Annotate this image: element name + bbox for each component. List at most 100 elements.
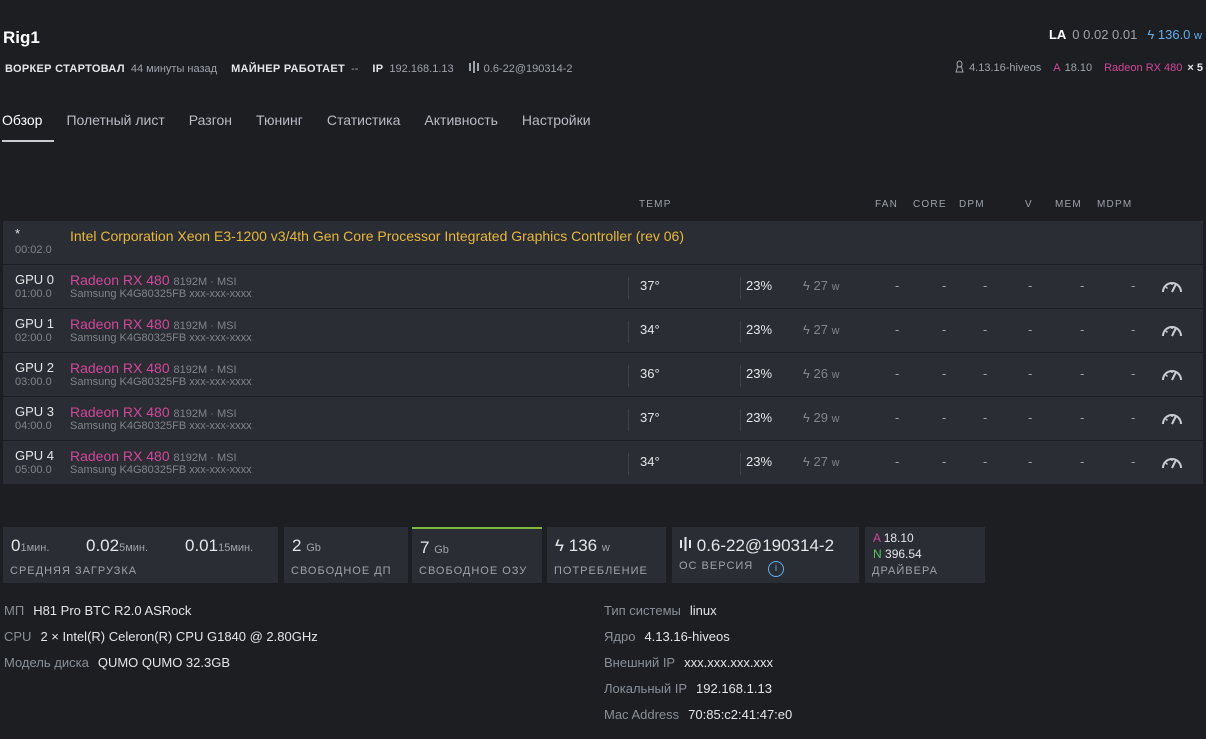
os-version-card: 0.6-22@190314-2 ОС ВЕРСИЯ i xyxy=(672,527,859,583)
info-icon[interactable]: i xyxy=(768,561,784,577)
info-external-ip: Внешний IP xxx.xxx.xxx.xxx xyxy=(604,655,792,681)
overclock-gauge-icon[interactable] xyxy=(1161,410,1183,429)
free-ram: 7 Gb xyxy=(420,538,449,558)
gpu-mem: - xyxy=(1028,454,1033,469)
free-ram-value: 7 xyxy=(420,538,430,557)
info-key: Внешний IP xyxy=(604,655,676,670)
gpu-row[interactable]: GPU 2 03:00.0 Radeon RX 480 8192M · MSI Sam… xyxy=(3,353,1203,397)
info-value: 4.13.16-hiveos xyxy=(644,629,730,644)
tab-overclock[interactable]: Разгон xyxy=(177,108,244,142)
info-value: 2 × Intel(R) Celeron(R) CPU G1840 @ 2.80… xyxy=(40,629,318,644)
gpu-row[interactable]: GPU 3 04:00.0 Radeon RX 480 8192M · MSI Sam… xyxy=(3,397,1203,441)
gpu-mdpm: - xyxy=(1080,366,1085,381)
fan-indicator xyxy=(740,409,741,431)
worker-meta: ВОРКЕР СТАРТОВАЛ 44 минуты назад МАЙНЕР … xyxy=(5,61,586,76)
miner-value: -- xyxy=(351,62,359,75)
gpu-row[interactable]: GPU 4 05:00.0 Radeon RX 480 8192M · MSI Sam… xyxy=(3,441,1203,485)
overclock-gauge-icon[interactable] xyxy=(1161,454,1183,473)
free-ram-unit: Gb xyxy=(434,544,449,556)
tab-statistics[interactable]: Статистика xyxy=(315,108,413,142)
gpu-temp: 37° xyxy=(640,278,660,293)
load-1m: 01мин. xyxy=(11,536,49,556)
system-summary: 4.13.16-hiveos A 18.10 Radeon RX 480 × 5 xyxy=(954,60,1203,76)
gpu-power-value: 27 xyxy=(813,322,828,337)
gpu-fan: 23% xyxy=(746,278,773,293)
gpu-power: ϟ 26 w xyxy=(803,366,839,381)
free-disk-label: СВОБОДНОЕ ДП xyxy=(291,565,392,577)
kernel-value: 4.13.16-hiveos xyxy=(969,62,1042,74)
gpu-power-unit: w xyxy=(831,281,840,293)
gpu-core: - xyxy=(895,366,900,381)
tab-tuning[interactable]: Тюнинг xyxy=(244,108,315,142)
info-value: H81 Pro BTC R2.0 ASRock xyxy=(33,603,192,618)
info-value: 192.168.1.13 xyxy=(696,681,772,696)
gpu-row[interactable]: GPU 0 01:00.0 Radeon RX 480 8192M · MSI Sam… xyxy=(3,265,1203,309)
tab-settings[interactable]: Настройки xyxy=(510,108,603,142)
nvidia-driver-prefix: N xyxy=(873,547,882,561)
gpu-bus: 01:00.0 xyxy=(15,288,52,300)
overclock-gauge-icon[interactable] xyxy=(1161,278,1183,297)
tab-bar: Обзор Полетный лист Разгон Тюнинг Статис… xyxy=(2,108,603,142)
gpu-extra-dash: - xyxy=(1131,410,1136,425)
gpu-power-value: 29 xyxy=(813,410,828,425)
fan-indicator xyxy=(740,321,741,343)
free-disk-value: 2 xyxy=(292,536,302,555)
fan-indicator xyxy=(740,365,741,387)
os-version-label: ОС ВЕРСИЯ xyxy=(679,560,754,572)
overclock-gauge-icon[interactable] xyxy=(1161,322,1183,341)
gpu-power-unit: w xyxy=(831,457,840,469)
load-15m-value: 0.01 xyxy=(185,536,219,555)
rig-title: Rig1 xyxy=(3,28,40,47)
info-key: Локальный IP xyxy=(604,681,688,696)
gpu-mdpm: - xyxy=(1080,454,1085,469)
info-system-type: Тип системы linux xyxy=(604,603,792,629)
gpu-power-unit: w xyxy=(831,325,840,337)
gpu-name: Radeon RX 480 8192M · MSI xyxy=(70,272,237,288)
hive-version-icon xyxy=(468,61,480,76)
gpu-extra: 8192M · MSI xyxy=(173,452,237,464)
os-version-value: 0.6-22@190314-2 xyxy=(696,536,835,555)
gpu-temp: 36° xyxy=(640,366,660,381)
info-key: Модель диска xyxy=(4,655,89,670)
gpu-index: GPU 1 xyxy=(15,316,55,331)
info-value: QUMO QUMO 32.3GB xyxy=(97,655,231,670)
gpu-fan: 23% xyxy=(746,366,773,381)
gpu-v: - xyxy=(983,278,988,293)
hardware-info: МП H81 Pro BTC R2.0 ASRock CPU 2 × Intel(R… xyxy=(4,603,318,681)
version-value: 0.6-22@190314-2 xyxy=(483,62,573,75)
integrated-name: Intel Corporation Xeon E3-1200 v3/4th Ge… xyxy=(70,228,684,244)
gpu-count: × 5 xyxy=(1187,62,1203,74)
free-disk-card: 2 Gb СВОБОДНОЕ ДП xyxy=(284,527,408,583)
gpu-index: GPU 2 xyxy=(15,360,55,375)
gpu-dpm: - xyxy=(942,322,947,337)
gpu-core: - xyxy=(895,322,900,337)
gpu-dpm: - xyxy=(942,454,947,469)
load-5m: 0.025мин. xyxy=(86,536,148,556)
tab-overview[interactable]: Обзор xyxy=(2,108,55,142)
overclock-gauge-icon[interactable] xyxy=(1161,366,1183,385)
gpu-mem: - xyxy=(1028,410,1033,425)
load-15m: 0.0115мин. xyxy=(185,536,253,556)
amd-driver: A 18.10 xyxy=(873,531,914,545)
miner-label: МАЙНЕР РАБОТАЕТ xyxy=(231,62,346,75)
ip-value: 192.168.1.13 xyxy=(389,62,454,75)
integrated-gpu-row: * 00:02.0 Intel Corporation Xeon E3-1200… xyxy=(3,221,1203,265)
info-key: CPU xyxy=(4,629,32,644)
gpu-power-lightning-icon: ϟ xyxy=(803,322,810,337)
gpu-extra-dash: - xyxy=(1131,454,1136,469)
tab-flight-sheet[interactable]: Полетный лист xyxy=(54,108,176,142)
gpu-power: ϟ 27 w xyxy=(803,278,839,293)
drivers-label: ДРАЙВЕРА xyxy=(872,565,938,577)
gpu-model-summary: Radeon RX 480 xyxy=(1104,62,1183,74)
gpu-bus: 02:00.0 xyxy=(15,332,52,344)
load-label: СРЕДНЯЯ ЗАГРУЗКА xyxy=(10,565,138,577)
gpu-memory: Samsung K4G80325FB xxx-xxx-xxxx xyxy=(70,332,252,344)
gpu-row[interactable]: GPU 1 02:00.0 Radeon RX 480 8192M · MSI Sam… xyxy=(3,309,1203,353)
col-mdpm: MDPM xyxy=(1097,199,1133,210)
overview-content: TEMP FAN CORE DPM V MEM MDPM * 00:02.0 I… xyxy=(0,143,1206,739)
tab-activity[interactable]: Активность xyxy=(412,108,510,142)
load-5m-value: 0.02 xyxy=(86,536,120,555)
gpu-mem: - xyxy=(1028,322,1033,337)
power-unit: w xyxy=(1194,30,1202,42)
info-key: МП xyxy=(4,603,25,618)
